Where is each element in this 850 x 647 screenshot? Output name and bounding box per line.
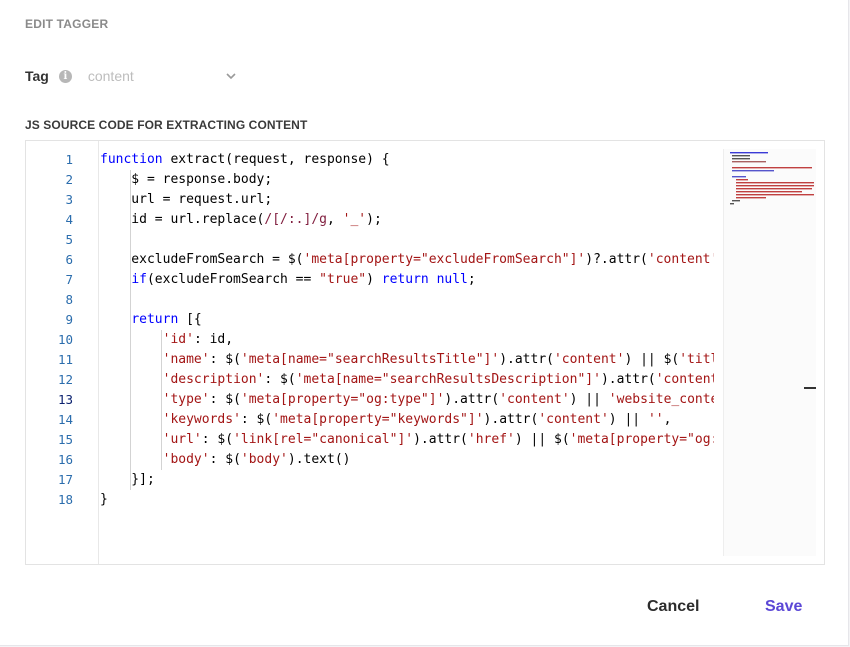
line-number: 15 bbox=[57, 432, 73, 447]
line-number: 16 bbox=[57, 452, 73, 467]
line-number: 1 bbox=[65, 152, 73, 167]
code-line: $ = response.body; bbox=[100, 172, 273, 187]
code-line: 'keywords': $('meta[property="keywords"]… bbox=[162, 412, 672, 427]
code-line: excludeFromSearch = $('meta[property="ex… bbox=[100, 252, 714, 267]
indent-guide bbox=[161, 330, 162, 470]
indent-guide bbox=[130, 170, 131, 490]
line-number: 13 bbox=[57, 392, 73, 407]
line-number: 17 bbox=[57, 472, 73, 487]
code-line: 'url': $('link[rel="canonical"]').attr('… bbox=[162, 432, 714, 447]
code-line: id = url.replace(/[/:.]/g, '_'); bbox=[100, 212, 382, 227]
tag-label: Tag bbox=[25, 68, 49, 84]
line-number: 6 bbox=[65, 252, 73, 267]
code-line: if(excludeFromSearch == "true") return n… bbox=[131, 272, 476, 287]
line-number: 10 bbox=[57, 332, 73, 347]
line-number: 2 bbox=[65, 172, 73, 187]
code-line: 'id': id, bbox=[162, 332, 234, 347]
code-section-label: JS SOURCE CODE FOR EXTRACTING CONTENT bbox=[25, 118, 308, 132]
line-number: 11 bbox=[57, 352, 73, 367]
scrollbar-thumb[interactable] bbox=[804, 387, 816, 389]
minimap-preview bbox=[730, 152, 814, 205]
code-line: 'type': $('meta[property="og:type"]').at… bbox=[162, 392, 714, 407]
code-line: 'name': $('meta[name="searchResultsTitle… bbox=[162, 352, 714, 367]
line-number: 18 bbox=[57, 492, 73, 507]
edit-tagger-dialog: EDIT TAGGER Tag i content JS SOURCE CODE… bbox=[0, 0, 849, 646]
code-minimap[interactable] bbox=[723, 149, 816, 556]
code-line: }]; bbox=[100, 472, 155, 487]
tag-select-value: content bbox=[87, 68, 134, 84]
tag-row: Tag i content bbox=[25, 66, 238, 86]
line-number: 3 bbox=[65, 192, 73, 207]
line-number: 7 bbox=[65, 272, 73, 287]
cancel-button[interactable]: Cancel bbox=[647, 598, 699, 616]
code-editor[interactable]: 1 2 3 4 5 6 7 8 9 10 11 12 13 14 15 16 17 18 function ext… bbox=[25, 140, 825, 565]
line-number: 4 bbox=[65, 212, 73, 227]
save-button[interactable]: Save bbox=[765, 598, 802, 616]
line-number: 8 bbox=[65, 292, 73, 307]
dialog-title: EDIT TAGGER bbox=[25, 17, 109, 31]
line-number: 9 bbox=[65, 312, 73, 327]
code-area[interactable]: function extract(request, response) { $ … bbox=[100, 150, 714, 564]
code-line: 'description': $('meta[name="searchResul… bbox=[162, 372, 714, 387]
line-number: 12 bbox=[57, 372, 73, 387]
line-number: 5 bbox=[65, 232, 73, 247]
code-line: url = request.url; bbox=[100, 192, 273, 207]
chevron-down-icon bbox=[226, 73, 236, 80]
code-line: } bbox=[100, 492, 108, 507]
tag-select[interactable]: content bbox=[88, 68, 238, 84]
info-icon[interactable]: i bbox=[58, 69, 72, 83]
code-line: 'body': $('body').text() bbox=[162, 452, 351, 467]
code-line: function extract(request, response) { bbox=[100, 152, 390, 167]
code-line: return [{ bbox=[131, 312, 202, 327]
line-number: 14 bbox=[57, 412, 73, 427]
line-number-gutter: 1 2 3 4 5 6 7 8 9 10 11 12 13 14 15 16 17 18 bbox=[26, 141, 99, 564]
